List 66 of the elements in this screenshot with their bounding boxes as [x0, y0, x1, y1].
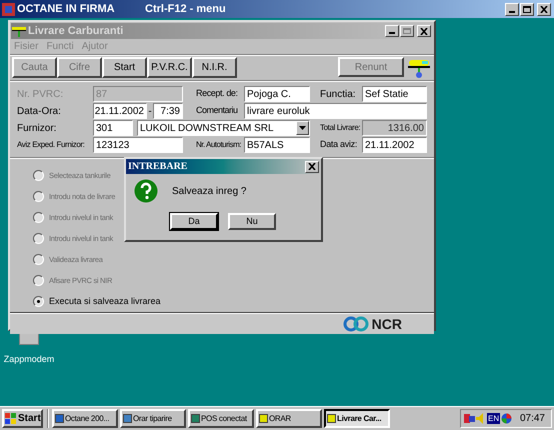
input-field[interactable]: Pojoga C. [244, 86, 310, 102]
close-button[interactable] [537, 2, 551, 16]
taskbar-button[interactable]: Orar tiparire [120, 409, 186, 428]
maximize-button[interactable] [400, 25, 414, 37]
input-field[interactable]: 301 [93, 120, 133, 136]
toolbar-button[interactable]: Start [102, 56, 147, 78]
taskbar-button[interactable]: Octane 200... [52, 409, 118, 428]
app-title: OCTANE IN FIRMA [17, 2, 116, 17]
field-label: Nr. PVRC: [17, 88, 64, 102]
field-label: Recept. de: [196, 87, 239, 100]
close-icon [308, 163, 316, 170]
logo-icon [342, 316, 369, 332]
field-label: Data aviz: [320, 138, 358, 152]
input-field[interactable]: 7:39 [153, 103, 183, 119]
input-field[interactable]: 21.11.2002 [93, 103, 147, 119]
close-button[interactable] [305, 160, 319, 172]
field-label: Data-Ora: [17, 104, 62, 118]
app-icon [2, 2, 15, 16]
color-wheel-icon [501, 413, 512, 424]
input-field[interactable]: Sef Statie [362, 86, 427, 102]
input-field[interactable]: livrare euroluk [244, 103, 427, 119]
start-button[interactable]: Start [2, 409, 43, 428]
field-label: Comentariu [196, 104, 239, 118]
app-icon [55, 414, 64, 423]
minimize-button[interactable] [385, 25, 399, 37]
app-icon [191, 414, 200, 423]
input-field[interactable]: B57ALS [244, 137, 310, 153]
dropdown[interactable]: LUKOIL DOWNSTREAM SRL [137, 120, 310, 136]
taskbar-button[interactable]: Livrare Car... [324, 409, 390, 428]
app-icon [259, 414, 268, 423]
app-icon [327, 414, 336, 423]
volume-icon [476, 413, 485, 424]
close-button[interactable] [417, 25, 431, 37]
close-icon [540, 6, 548, 12]
shortcut-hint: Ctrl-F12 - menu [145, 2, 226, 17]
field-label: Furnizor: [17, 122, 58, 136]
input-field[interactable]: 21.11.2002 [362, 137, 427, 153]
radio-button[interactable] [33, 296, 44, 307]
language-indicator[interactable]: EN [487, 413, 500, 424]
field-label: Functia: [320, 88, 357, 102]
dialog-message: Salveaza inreg ? [172, 184, 246, 198]
clock: 07:47 [520, 412, 545, 426]
separator-text: - [147, 104, 153, 118]
window-title: Livrare Carburanti [28, 24, 124, 39]
dialog-button[interactable]: Da [170, 213, 218, 230]
minimize-button[interactable] [505, 2, 519, 16]
dialog-title: INTREBARE [128, 160, 188, 174]
radio-label[interactable]: Executa si salveaza livrarea [49, 294, 161, 308]
maximize-button[interactable] [520, 2, 534, 16]
logo-text: NCR [372, 314, 402, 334]
close-icon [420, 28, 428, 34]
dialog-button[interactable]: Nu [228, 213, 276, 230]
field-label: Total Livrare: [320, 122, 362, 134]
field-label: Aviz Exped. Furnizor: [17, 139, 86, 151]
app-icon [123, 414, 132, 423]
tank-truck-icon [12, 25, 26, 37]
toolbar-button[interactable]: N.I.R. [192, 56, 237, 78]
taskbar-button[interactable]: ORAR [256, 409, 322, 428]
network-icon [464, 413, 475, 424]
windows-flag-icon [5, 413, 17, 424]
taskbar-button[interactable]: POS conectat [188, 409, 254, 428]
toolbar-button[interactable]: P.V.R.C. [147, 56, 192, 78]
desktop-icon-label[interactable]: Zappmodem [4, 353, 54, 366]
field-label: Nr. Autoturism: [196, 139, 242, 151]
input-field[interactable]: 123123 [93, 137, 183, 153]
question-icon [134, 179, 158, 203]
